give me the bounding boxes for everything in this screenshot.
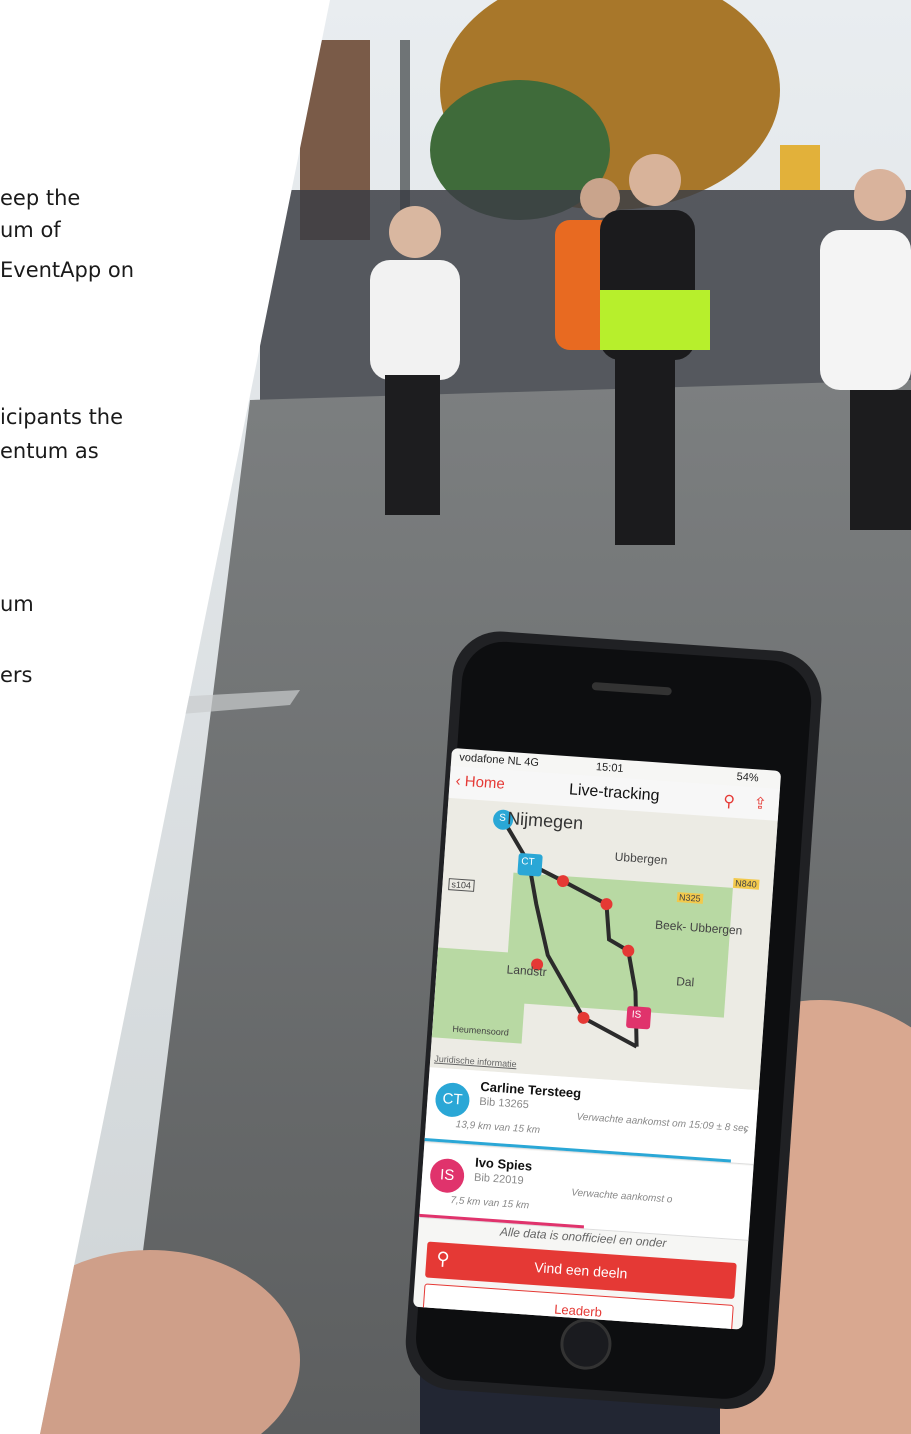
battery-label: 54% (736, 770, 760, 785)
intro-line-6: um (0, 592, 34, 616)
avatar: CT (434, 1081, 471, 1119)
intro-line-7: ers (0, 663, 33, 687)
clock-label: 15:01 (595, 761, 624, 775)
intro-line-5: entum as (0, 439, 99, 463)
ct-marker-label: CT (520, 856, 535, 869)
intro-line-1: eep the (0, 186, 81, 210)
participant-distance: 13,9 km van 15 km (455, 1119, 541, 1137)
live-map[interactable]: Nijmegen Ubbergen Beek- Ubbergen Dal Lan… (429, 797, 778, 1091)
find-participant-label: Vind een deeln (533, 1259, 628, 1282)
chevron-right-icon: › (742, 1121, 749, 1138)
participant-distance: 7,5 km van 15 km (450, 1195, 530, 1212)
road-sign (780, 145, 820, 190)
participant-bib: Bib 13265 (478, 1095, 530, 1112)
road-s104: s104 (448, 878, 475, 892)
intro-line-3: EventApp on (0, 258, 135, 282)
map-label-dal: Dal (675, 974, 695, 990)
road-n840: N840 (732, 877, 760, 890)
search-icon[interactable]: ⚲ (723, 791, 736, 812)
share-icon[interactable]: ⇪ (753, 793, 768, 814)
participant-bib: Bib 22019 (473, 1171, 524, 1188)
avatar: IS (429, 1157, 466, 1194)
participant-eta: Verwachte aankomst om 15:09 ± 8 sec (576, 1111, 749, 1135)
intro-line-2: um of (0, 218, 61, 242)
start-marker-label: S (498, 812, 507, 824)
participant-name: Ivo Spies (474, 1154, 533, 1174)
stage: eep the um of EventApp on icipants the e… (0, 0, 911, 1434)
road-n325: N325 (676, 892, 703, 904)
route-map (431, 809, 733, 1049)
map-label-landstr: Landstr (506, 962, 548, 980)
participant-eta: Verwachte aankomst o (570, 1187, 673, 1206)
intro-line-4: icipants the (0, 405, 124, 429)
phone-screen: vodafone NL 4G 15:01 54% ‹ Home Live-tra… (412, 748, 782, 1330)
is-marker-label: IS (631, 1009, 642, 1021)
